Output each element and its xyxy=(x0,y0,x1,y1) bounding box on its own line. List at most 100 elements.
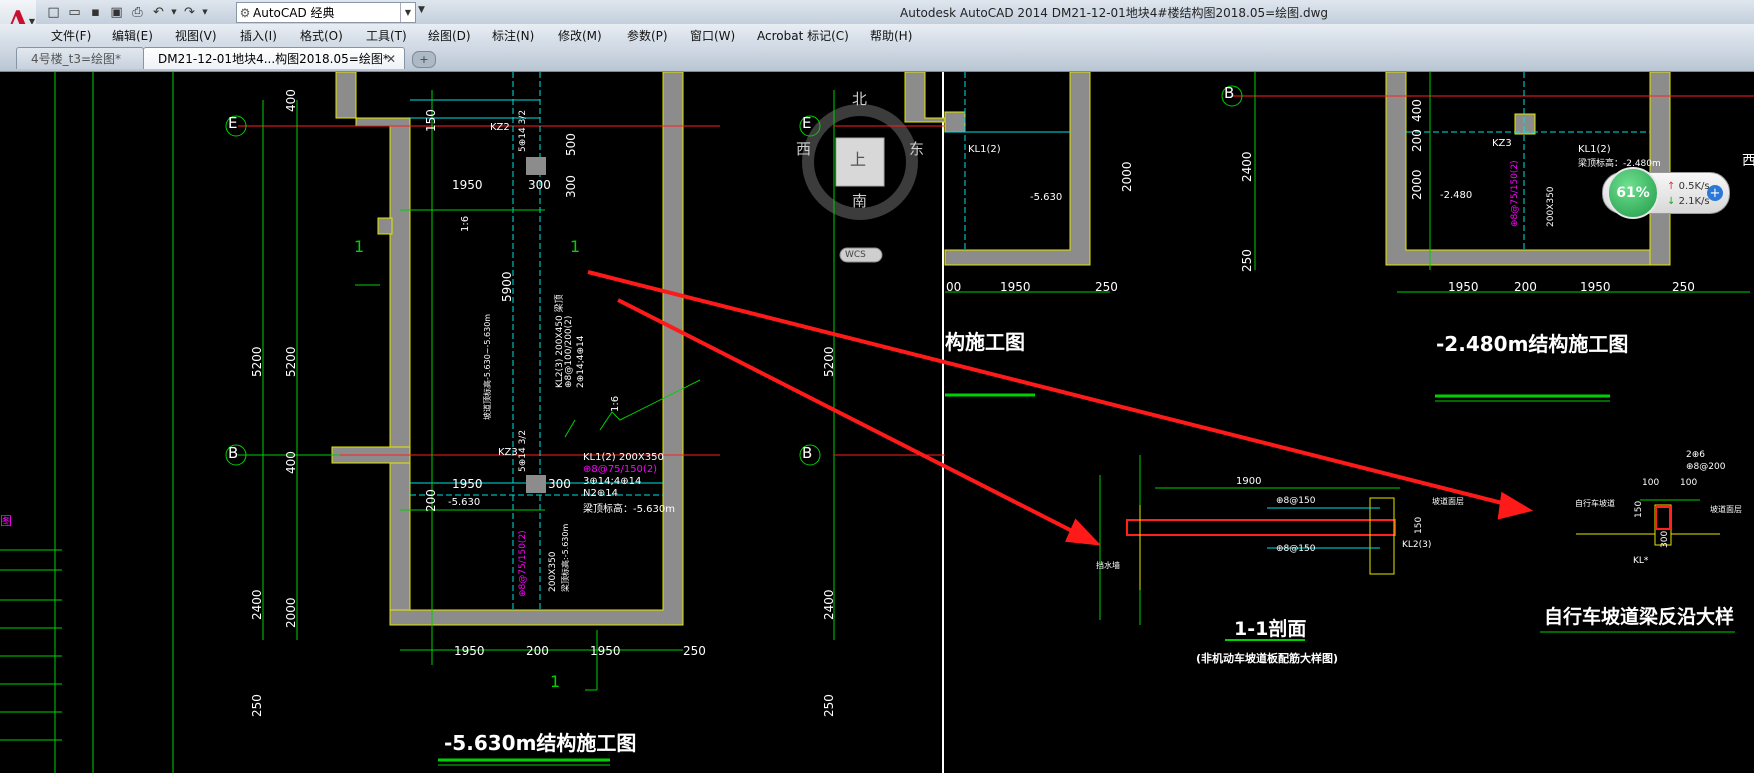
label-kz2: KZ2 xyxy=(490,122,510,133)
mid-dim-1950: 1950 xyxy=(1000,280,1031,294)
mid-dim-250: 250 xyxy=(822,694,836,717)
workspace-value: AutoCAD 经典 xyxy=(253,6,335,20)
viewcube-west[interactable]: 西 xyxy=(796,138,811,159)
mid-kl1: KL1(2) xyxy=(968,144,1001,155)
menu-draw[interactable]: 绘图(D) xyxy=(428,27,471,44)
menu-tools[interactable]: 工具(T) xyxy=(366,27,407,44)
section-rebar-bottom: ⊕8@150 xyxy=(1276,544,1316,554)
upload-speed: ↑ 0.5K/s xyxy=(1667,181,1710,192)
label-kl2-bars: 2⊕14;4⊕14 xyxy=(576,335,586,388)
menu-bar: 文件(F) 编辑(E) 视图(V) 插入(I) 格式(O) 工具(T) 绘图(D… xyxy=(0,24,1754,44)
drawing-svg xyxy=(0,72,1754,773)
section-rebar-top: ⊕8@150 xyxy=(1276,496,1316,506)
section-subtitle: (非机动车坡道板配筋大样图) xyxy=(1196,652,1339,665)
detail-kl: KL* xyxy=(1633,556,1649,566)
dim-2400: 2400 xyxy=(250,589,264,620)
new-icon[interactable]: □ xyxy=(44,3,63,21)
viewcube-north[interactable]: 北 xyxy=(852,88,867,109)
grid-axis-b: B xyxy=(228,444,239,462)
detail-right-note: 坡道面层 xyxy=(1710,505,1742,514)
wcs-button[interactable]: WCS xyxy=(845,250,866,260)
grid-axis-b-3: B xyxy=(1224,84,1235,102)
title-mid-partial: 构施工图 xyxy=(945,330,1025,354)
gear-icon: ⚙ xyxy=(239,5,251,20)
grid-axis-b-2: B xyxy=(802,444,813,462)
dim-1950-mid: 1950 xyxy=(452,477,483,491)
save-as-icon[interactable]: ▣ xyxy=(107,3,126,21)
menu-parametric[interactable]: 参数(P) xyxy=(627,27,668,44)
right-dim-250b: 250 xyxy=(1672,280,1695,294)
menu-modify[interactable]: 修改(M) xyxy=(558,27,602,44)
right-dim-250: 250 xyxy=(1240,249,1254,272)
label-col-top: 5⊕14 3/2 xyxy=(518,109,528,152)
dim-bottom-200: 200 xyxy=(526,644,549,658)
new-tab-button[interactable]: + xyxy=(412,51,436,68)
section-mark-1c: 1 xyxy=(550,672,561,691)
plus-icon[interactable]: + xyxy=(1707,185,1723,201)
title-bar: A ▼ □ ▭ ▪ ▣ ⎙ ↶ ▼ ↷ ▼ ⚙ AutoCAD 经典 ▼ ▼ A… xyxy=(0,0,1754,44)
grid-axis-e: E xyxy=(228,114,238,132)
label-pink-left: ⊕8@75/150(2) xyxy=(518,530,528,597)
file-tab-label: DM21-12-01地块4...构图2018.05=绘图* xyxy=(158,52,389,66)
undo-dropdown-icon[interactable]: ▼ xyxy=(170,3,178,21)
redo-dropdown-icon[interactable]: ▼ xyxy=(201,3,209,21)
dim-5200b: 5200 xyxy=(284,346,298,377)
dim-bottom-1950a: 1950 xyxy=(454,644,485,658)
label-level-left: -5.630 xyxy=(448,497,481,508)
redo-icon[interactable]: ↷ xyxy=(180,3,199,21)
detail-2-6: 2⊕6 xyxy=(1686,450,1705,460)
menu-view[interactable]: 视图(V) xyxy=(175,27,217,44)
label-ramp-note: 坡道顶标高-5.630~-5.630m xyxy=(483,313,492,420)
menu-help[interactable]: 帮助(H) xyxy=(870,27,912,44)
label-kz3: KZ3 xyxy=(498,447,518,458)
mid-dim-00: 00 xyxy=(946,280,962,294)
mid-dim-2400: 2400 xyxy=(822,589,836,620)
right-kz3: KZ3 xyxy=(1492,138,1512,149)
viewcube-south[interactable]: 南 xyxy=(852,190,867,211)
save-icon[interactable]: ▪ xyxy=(86,3,105,21)
drawing-canvas[interactable]: E B E B B 1 1 1 图 5200 5200 2400 2000 25… xyxy=(0,72,1754,773)
label-kl1-top: 梁顶标高：-5.630m xyxy=(583,504,675,515)
file-tab-bar: 4号楼_t3=绘图* DM21-12-01地块4...构图2018.05=绘图*… xyxy=(0,44,1754,72)
dim-bottom-250: 250 xyxy=(683,644,706,658)
label-slope-2: 1:6 xyxy=(460,215,471,232)
right-dim-2000: 2000 xyxy=(1410,169,1424,200)
close-icon[interactable]: ✕ xyxy=(386,52,396,66)
section-mark-1b: 1 xyxy=(570,237,581,256)
dim-2000: 2000 xyxy=(284,597,298,628)
menu-insert[interactable]: 插入(I) xyxy=(240,27,277,44)
detail-300: 300 xyxy=(1660,530,1670,548)
right-partial-west: 西 xyxy=(1742,153,1754,169)
qat-customize-icon[interactable]: ▼ xyxy=(418,5,425,15)
file-tab-1[interactable]: 4号楼_t3=绘图* xyxy=(16,47,144,69)
menu-dimension[interactable]: 标注(N) xyxy=(492,27,534,44)
mid-dim-2000: 2000 xyxy=(1120,161,1134,192)
label-kl1: KL1(2) 200X350 xyxy=(583,452,664,463)
section-kl2: KL2(3) xyxy=(1402,540,1432,550)
dim-300: 300 xyxy=(564,175,578,198)
dim-300-top: 300 xyxy=(528,178,551,192)
net-speed-widget[interactable]: 61% ↑ 0.5K/s ↓ 2.1K/s + xyxy=(1602,167,1730,219)
plot-icon[interactable]: ⎙ xyxy=(128,3,147,21)
label-beam-note: 梁顶标高:-5.630m xyxy=(561,523,570,592)
menu-file[interactable]: 文件(F) xyxy=(51,27,91,44)
title-left: -5.630m结构施工图 xyxy=(444,731,637,755)
viewcube-top[interactable]: 上 xyxy=(850,146,866,170)
menu-acrobat[interactable]: Acrobat 标记(C) xyxy=(757,27,849,44)
undo-icon[interactable]: ↶ xyxy=(149,3,168,21)
workspace-select[interactable]: ⚙ AutoCAD 经典 ▼ xyxy=(236,2,416,23)
viewcube-east[interactable]: 东 xyxy=(909,138,924,159)
file-tab-2[interactable]: DM21-12-01地块4...构图2018.05=绘图* ✕ xyxy=(143,47,405,69)
section-right-note: 坡道面层 xyxy=(1432,497,1464,506)
right-dim-200: 200 xyxy=(1410,129,1424,152)
open-icon[interactable]: ▭ xyxy=(65,3,84,21)
menu-format[interactable]: 格式(O) xyxy=(300,27,343,44)
chevron-down-icon[interactable]: ▼ xyxy=(400,3,415,22)
title-right: -2.480m结构施工图 xyxy=(1436,332,1629,356)
right-dim-2400: 2400 xyxy=(1240,151,1254,182)
detail-left-note: 自行车坡道 xyxy=(1575,499,1615,508)
menu-window[interactable]: 窗口(W) xyxy=(690,27,735,44)
side-text: 图 xyxy=(0,514,13,528)
menu-edit[interactable]: 编辑(E) xyxy=(112,27,153,44)
right-dim-200b: 200 xyxy=(1514,280,1537,294)
